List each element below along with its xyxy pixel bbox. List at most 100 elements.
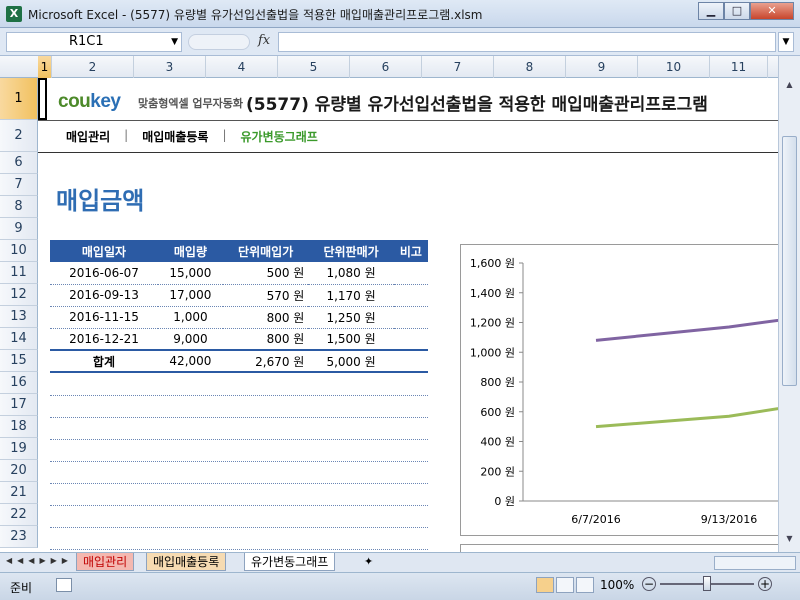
row-header-11[interactable]: 11 (0, 262, 38, 284)
chevron-down-icon[interactable]: ▼ (171, 33, 178, 51)
worksheet[interactable]: coukey 맞춤형엑셀 업무자동화 (5577) 유량별 유가선입선출법을 적… (38, 78, 778, 552)
zoom-slider-handle[interactable] (703, 576, 711, 591)
list-item[interactable] (50, 418, 428, 440)
minimize-button[interactable]: ▁ (698, 2, 724, 20)
list-item[interactable] (50, 506, 428, 528)
tab-purchase[interactable]: 매입관리 (76, 553, 135, 571)
row-header-7[interactable]: 7 (0, 174, 38, 196)
column-header-unit-cost: 단위매입가 (222, 240, 309, 262)
table-cell[interactable]: 2016-09-13 (50, 284, 158, 307)
row-header-20[interactable]: 20 (0, 460, 38, 482)
maximize-button[interactable]: □ (724, 2, 750, 20)
table-cell[interactable]: 9,000 (157, 328, 223, 351)
second-chart-frame[interactable] (460, 544, 778, 552)
row-header-8[interactable]: 8 (0, 196, 38, 218)
table-cell[interactable]: 1,500 원 (308, 328, 394, 351)
excel-app-icon[interactable]: X (6, 6, 22, 22)
table-cell[interactable]: 2016-11-15 (50, 306, 158, 329)
row-header-21[interactable]: 21 (0, 482, 38, 504)
nav-link-register[interactable]: 매입매출등록 (142, 128, 208, 145)
horizontal-scrollbar[interactable] (714, 556, 796, 570)
row-header-22[interactable]: 22 (0, 504, 38, 526)
vertical-scrollbar[interactable]: ▲ ▼ (778, 56, 800, 552)
row-header-12[interactable]: 12 (0, 284, 38, 306)
table-cell[interactable]: 2016-12-21 (50, 328, 158, 351)
scroll-down-icon[interactable]: ▼ (782, 534, 797, 548)
row-header-18[interactable]: 18 (0, 416, 38, 438)
price-chart[interactable]: 0 원 200 원 400 원 600 원 800 원 1,000 원 1,200 원 1,4… (460, 244, 778, 536)
row-header-23[interactable]: 23 (0, 526, 38, 548)
insert-function-icon[interactable]: fx (258, 33, 270, 48)
row-header-10[interactable]: 10 (0, 240, 38, 262)
table-cell[interactable]: 1,170 원 (308, 284, 394, 307)
name-box[interactable]: R1C1 ▼ (6, 32, 182, 52)
table-cell[interactable]: 17,000 (157, 284, 223, 307)
table-cell[interactable]: 1,250 원 (308, 306, 394, 329)
table-row: 2016-06-07 15,000 500 원 1,080 원 (50, 262, 428, 285)
chart-svg: 0 원 200 원 400 원 600 원 800 원 1,000 원 1,200 원 1,4… (470, 257, 778, 526)
window-title: Microsoft Excel - (5577) 유량별 유가선입선출법을 적용… (28, 8, 483, 22)
table-cell[interactable] (393, 328, 428, 351)
active-cell[interactable] (38, 78, 47, 120)
table-cell[interactable]: 800 원 (222, 306, 309, 329)
table-cell[interactable] (393, 306, 428, 329)
list-item[interactable] (50, 396, 428, 418)
column-header-3[interactable]: 3 (134, 56, 206, 78)
table-cell[interactable] (393, 262, 428, 285)
table-cell[interactable]: 2016-06-07 (50, 262, 158, 285)
total-unit-price: 5,000 원 (308, 349, 394, 373)
column-header-2[interactable]: 2 (52, 56, 134, 78)
table-cell[interactable] (393, 284, 428, 307)
expand-formula-bar-icon[interactable]: ▼ (778, 32, 794, 52)
zoom-level[interactable]: 100% (600, 578, 634, 592)
column-header-11[interactable]: 11 (710, 56, 768, 78)
row-header-17[interactable]: 17 (0, 394, 38, 416)
table-cell[interactable]: 1,000 (157, 306, 223, 329)
nav-link-purchase[interactable]: 매입관리 (66, 128, 110, 145)
insert-sheet-icon[interactable]: ✦ (364, 555, 373, 568)
row-header-6[interactable]: 6 (0, 152, 38, 174)
normal-view-icon[interactable] (536, 577, 554, 593)
tab-price-graph[interactable]: 유가변동그래프 (244, 553, 336, 571)
macro-record-icon[interactable] (56, 578, 72, 592)
nav-link-price-graph[interactable]: 유가변동그래프 (241, 128, 318, 145)
row-header-15[interactable]: 15 (0, 350, 38, 372)
page-layout-view-icon[interactable] (556, 577, 574, 593)
scroll-up-icon[interactable]: ▲ (782, 80, 797, 94)
list-item[interactable] (50, 462, 428, 484)
table-cell[interactable]: 1,080 원 (308, 262, 394, 285)
column-header-5[interactable]: 5 (278, 56, 350, 78)
tab-scroll-icons[interactable]: ◀◀◀▶▶▶ (6, 556, 73, 565)
row-header-13[interactable]: 13 (0, 306, 38, 328)
table-cell[interactable]: 15,000 (157, 262, 223, 285)
list-item[interactable] (50, 374, 428, 396)
column-header-8[interactable]: 8 (494, 56, 566, 78)
column-header-unit-price: 단위판매가 (308, 240, 394, 262)
row-header-9[interactable]: 9 (0, 218, 38, 240)
list-item[interactable] (50, 484, 428, 506)
formula-input[interactable] (278, 32, 776, 52)
zoom-out-button[interactable]: − (642, 577, 656, 591)
zoom-in-button[interactable]: + (758, 577, 772, 591)
close-button[interactable]: ✕ (750, 2, 794, 20)
table-cell[interactable]: 500 원 (222, 262, 309, 285)
list-item[interactable] (50, 440, 428, 462)
page-break-view-icon[interactable] (576, 577, 594, 593)
table-cell[interactable]: 800 원 (222, 328, 309, 351)
scroll-thumb[interactable] (782, 136, 797, 386)
column-header-1[interactable]: 1 (38, 56, 52, 78)
row-header-19[interactable]: 19 (0, 438, 38, 460)
column-header-9[interactable]: 9 (566, 56, 638, 78)
column-header-10[interactable]: 10 (638, 56, 710, 78)
row-header-14[interactable]: 14 (0, 328, 38, 350)
column-header-7[interactable]: 7 (422, 56, 494, 78)
table-cell[interactable]: 570 원 (222, 284, 309, 307)
column-header-6[interactable]: 6 (350, 56, 422, 78)
column-header-note: 비고 (393, 240, 428, 262)
tab-register[interactable]: 매입매출등록 (146, 553, 227, 571)
row-header-16[interactable]: 16 (0, 372, 38, 394)
list-item[interactable] (50, 528, 428, 550)
column-header-4[interactable]: 4 (206, 56, 278, 78)
row-header-2[interactable]: 2 (0, 120, 38, 152)
row-header-1[interactable]: 1 (0, 78, 38, 120)
